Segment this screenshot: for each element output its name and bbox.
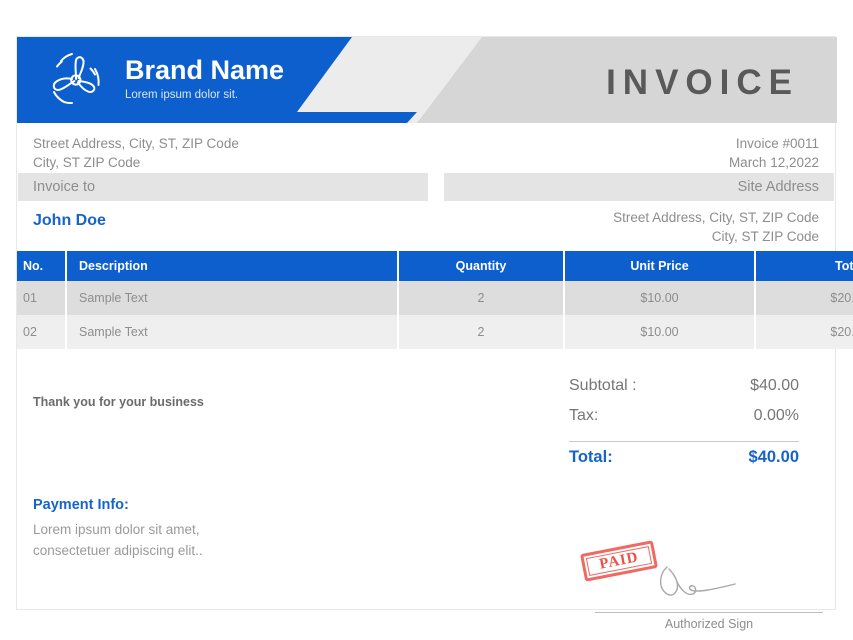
site-address-label: Site Address: [737, 179, 819, 195]
brand-block: Brand Name Lorem ipsum dolor sit.: [125, 55, 284, 103]
invoice-to-label: Invoice to: [33, 179, 96, 195]
line-items-table: No. Description Quantity Unit Price Tota…: [17, 251, 853, 349]
thank-you-note: Thank you for your business: [33, 395, 204, 409]
site-address-line1: Street Address, City, ST, ZIP Code: [613, 210, 819, 225]
payment-info-line1: Lorem ipsum dolor sit amet,: [33, 522, 200, 537]
address-row: Street Address, City, ST, ZIP Code City,…: [17, 123, 835, 171]
cell-quantity: 2: [398, 315, 565, 349]
column-header-total: Total: [755, 251, 853, 281]
signature-mark: [657, 562, 777, 606]
invoice-document: Brand Name Lorem ipsum dolor sit. INVOIC…: [16, 36, 853, 631]
invoice-meta: Invoice #0011 March 12,2022: [729, 134, 819, 172]
invoice-to-band: Invoice to: [18, 173, 428, 201]
cell-description: Sample Text: [66, 315, 399, 349]
brand-name: Brand Name: [125, 55, 285, 85]
grand-total-row: Total: $40.00: [569, 448, 799, 478]
site-address-value: Street Address, City, ST, ZIP Code City,…: [613, 208, 819, 246]
tax-row: Tax: 0.00%: [569, 407, 799, 437]
cell-description: Sample Text: [66, 281, 399, 315]
column-header-no: No.: [17, 251, 67, 281]
bill-to-row: John Doe Street Address, City, ST, ZIP C…: [17, 201, 835, 251]
payment-info-title: Payment Info:: [33, 497, 129, 513]
site-address-band: Site Address: [444, 173, 834, 201]
subtotal-value: $40.00: [750, 377, 799, 394]
grand-total-value: $40.00: [748, 448, 799, 466]
cell-no: 02: [17, 315, 67, 349]
bill-to-name: John Doe: [33, 212, 106, 229]
invoice-header: Brand Name Lorem ipsum dolor sit. INVOIC…: [17, 37, 837, 123]
sender-address-line1: Street Address, City, ST, ZIP Code: [33, 136, 239, 151]
payment-info-body: Lorem ipsum dolor sit amet, consectetuer…: [33, 519, 203, 561]
cell-unit-price: $10.00: [564, 315, 756, 349]
subtotal-row: Subtotal : $40.00: [569, 377, 799, 407]
cell-unit-price: $10.00: [564, 281, 756, 315]
sender-address: Street Address, City, ST, ZIP Code City,…: [33, 134, 239, 172]
page-title: INVOICE: [606, 63, 799, 102]
totals-block: Subtotal : $40.00 Tax: 0.00% Total: $40.…: [569, 377, 799, 478]
propeller-fan-icon: [45, 51, 107, 109]
subtotal-label: Subtotal :: [569, 377, 637, 394]
table-header-row: No. Description Quantity Unit Price Tota…: [17, 251, 853, 281]
signature-rule: [595, 612, 823, 613]
cell-total: $20.00: [755, 315, 853, 349]
totals-divider: [569, 441, 799, 442]
payment-info-line2: consectetuer adipiscing elit..: [33, 543, 203, 558]
cell-total: $20.00: [755, 281, 853, 315]
cell-no: 01: [17, 281, 67, 315]
column-header-quantity: Quantity: [398, 251, 565, 281]
authorized-sign-label: Authorized Sign: [664, 617, 754, 631]
cell-quantity: 2: [398, 281, 565, 315]
invoice-number: Invoice #0011: [735, 136, 819, 151]
table-row: 01 Sample Text 2 $10.00 $20.00: [17, 281, 853, 315]
table-row: 02 Sample Text 2 $10.00 $20.00: [17, 315, 853, 349]
brand-tagline: Lorem ipsum dolor sit.: [125, 89, 239, 101]
column-header-unit-price: Unit Price: [564, 251, 756, 281]
sender-address-line2: City, ST ZIP Code: [33, 155, 141, 170]
invoice-date: March 12,2022: [728, 155, 819, 170]
site-address-line2: City, ST ZIP Code: [711, 229, 819, 244]
tax-label: Tax:: [569, 407, 599, 424]
grand-total-label: Total:: [569, 448, 613, 466]
column-header-description: Description: [66, 251, 399, 281]
tax-value: 0.00%: [753, 407, 799, 424]
section-band-row: Invoice to Site Address: [17, 173, 835, 201]
